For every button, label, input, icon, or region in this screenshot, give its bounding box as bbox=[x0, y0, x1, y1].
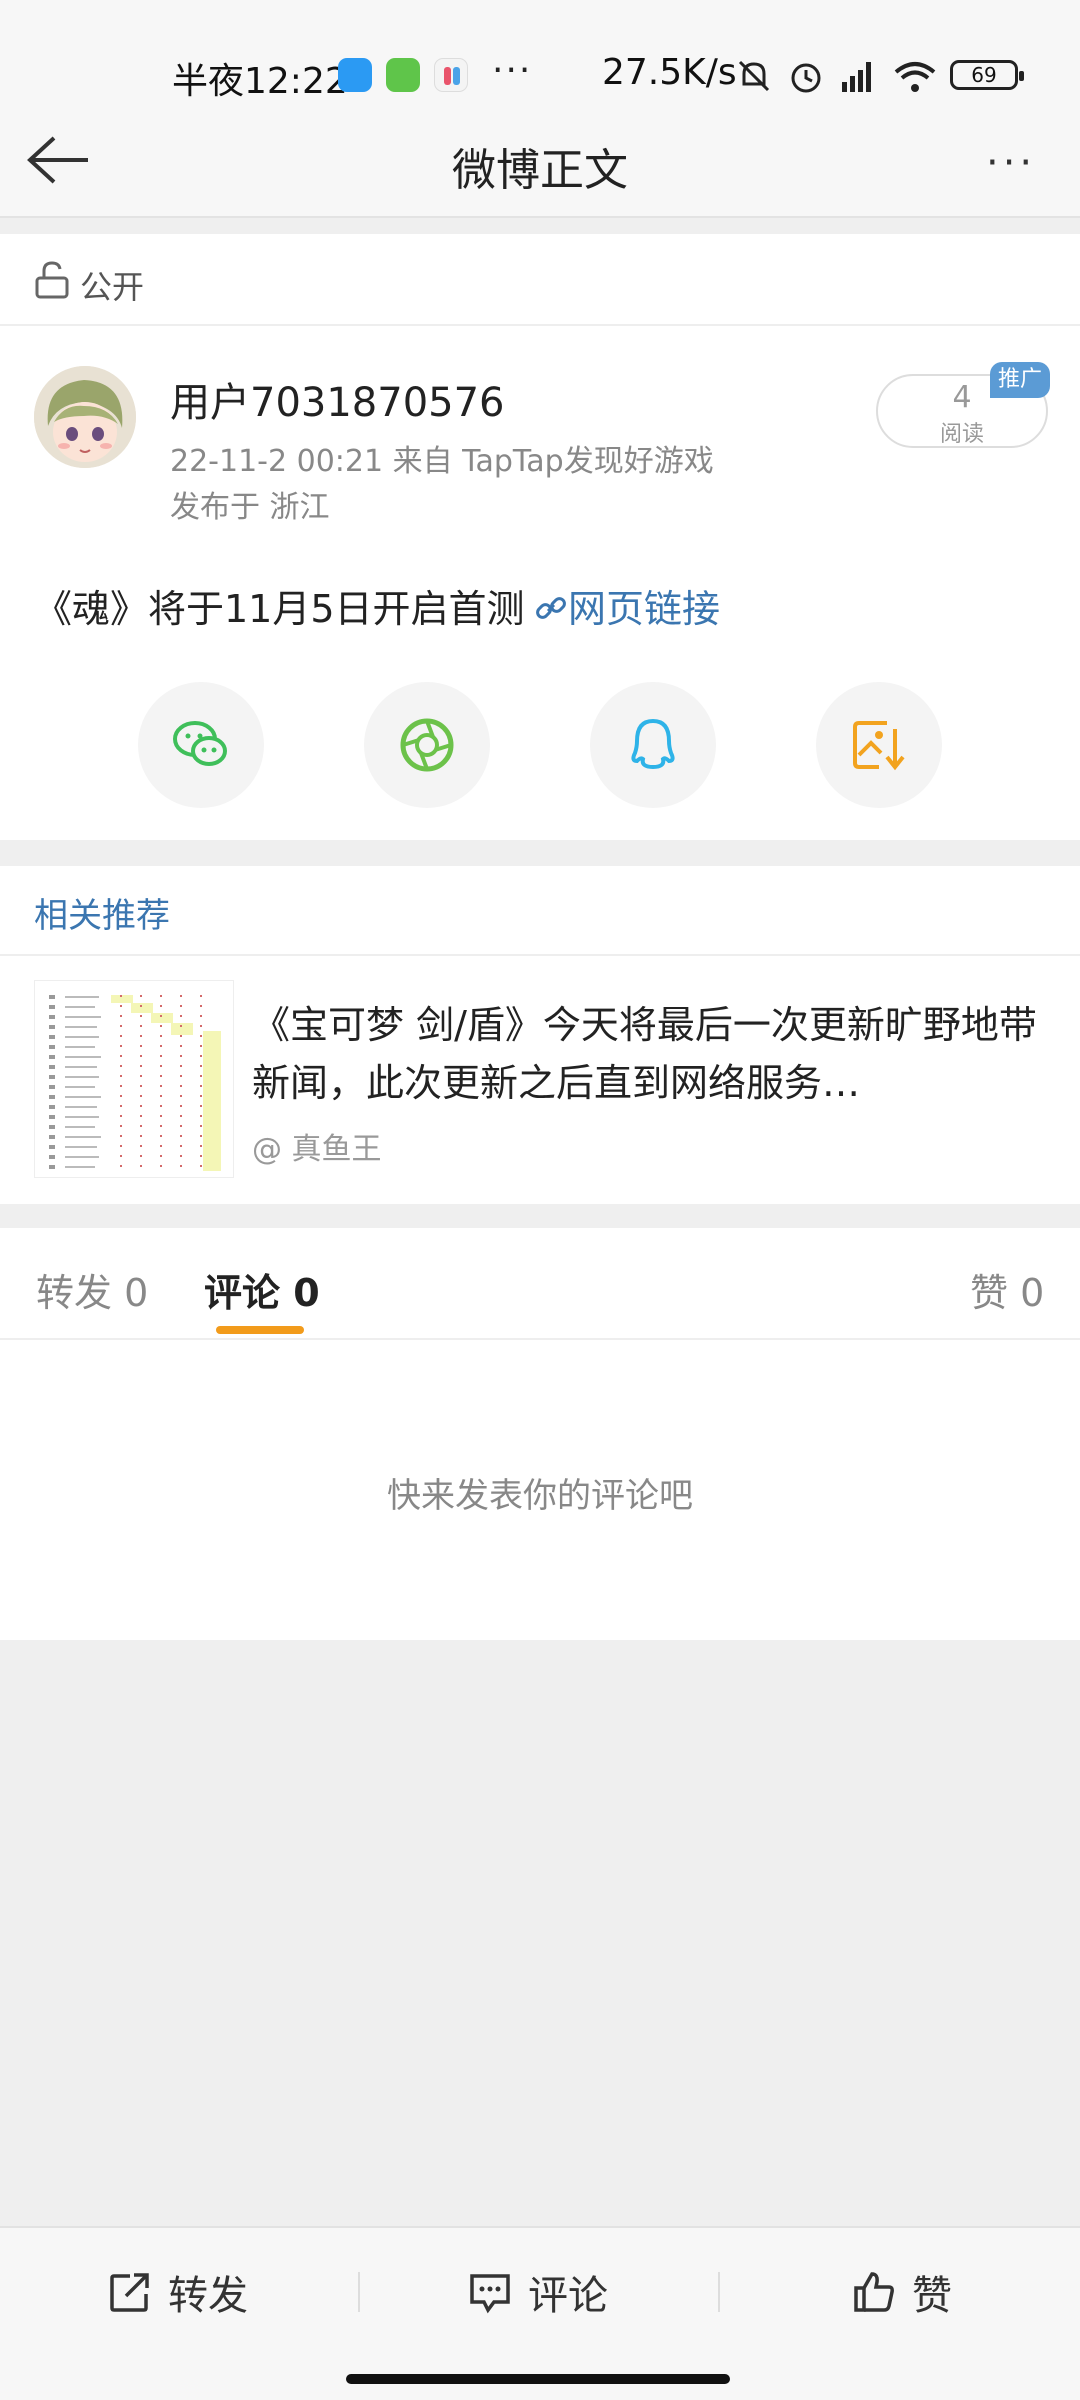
related-item-author[interactable]: @ 真鱼王 bbox=[252, 1124, 382, 1168]
alarm-icon bbox=[791, 63, 821, 93]
section-gap bbox=[0, 840, 1080, 866]
save-image-button[interactable] bbox=[816, 682, 942, 808]
tabs-bar bbox=[0, 1228, 1080, 1340]
like-button[interactable]: 赞 bbox=[852, 2262, 952, 2322]
post-meta: 22-11-2 00:21 来自 TapTap发现好游戏 bbox=[170, 444, 714, 479]
share-qq-button[interactable] bbox=[590, 682, 716, 808]
like-label: 赞 bbox=[912, 2273, 952, 2319]
home-indicator[interactable] bbox=[346, 2374, 730, 2384]
visibility-label: 公开 bbox=[80, 268, 145, 306]
comment-icon bbox=[470, 2274, 510, 2314]
separator-2 bbox=[718, 2272, 720, 2312]
web-link-label: 网页链接 bbox=[568, 587, 721, 631]
active-tab-indicator bbox=[216, 1326, 304, 1334]
thumbs-up-icon bbox=[854, 2272, 894, 2312]
status-time: 半夜12:22 bbox=[172, 61, 348, 102]
separator bbox=[358, 2272, 360, 2312]
related-title: 相关推荐 bbox=[34, 896, 170, 936]
repost-label: 转发 bbox=[168, 2273, 248, 2319]
tab-repost[interactable]: 转发 0 bbox=[36, 1262, 148, 1317]
moments-icon bbox=[400, 718, 454, 772]
app-notification-icon-2 bbox=[434, 58, 468, 92]
tab-comment[interactable]: 评论 0 bbox=[204, 1262, 320, 1317]
page-title: 微博正文 bbox=[452, 145, 628, 196]
comment-label: 评论 bbox=[528, 2273, 608, 2319]
share-out-icon bbox=[110, 2273, 149, 2312]
repost-button[interactable]: 转发 bbox=[108, 2262, 248, 2322]
section-gap-2 bbox=[0, 1204, 1080, 1228]
status-more-icon: ··· bbox=[492, 50, 533, 91]
mute-icon bbox=[738, 60, 770, 92]
comment-button[interactable]: 评论 bbox=[468, 2262, 608, 2322]
related-item-text[interactable]: 《宝可梦 剑/盾》今天将最后一次更新旷野地带新闻，此次更新之后直到网络服务… bbox=[252, 996, 1052, 1112]
battery-icon: 69 bbox=[950, 60, 1024, 90]
save-image-icon bbox=[853, 721, 905, 771]
related-thumbnail[interactable] bbox=[34, 980, 234, 1178]
more-options-icon[interactable]: ··· bbox=[986, 140, 1036, 186]
post-location: 发布于 浙江 bbox=[170, 490, 330, 525]
promote-badge[interactable]: 推广 bbox=[990, 362, 1050, 398]
download-notification-icon bbox=[386, 58, 420, 92]
read-label: 阅读 bbox=[939, 422, 984, 447]
post-text: 《魂》将于11月5日开启首测 bbox=[34, 587, 525, 631]
username[interactable]: 用户7031870576 bbox=[170, 370, 505, 428]
signal-icon bbox=[842, 62, 871, 92]
visibility-row bbox=[0, 234, 1080, 326]
empty-comments-text: 快来发表你的评论吧 bbox=[387, 1476, 693, 1516]
web-link[interactable]: 网页链接 bbox=[534, 578, 720, 633]
avatar[interactable] bbox=[34, 366, 136, 468]
wifi-icon bbox=[894, 62, 936, 92]
qq-icon bbox=[631, 718, 675, 770]
unlock-icon bbox=[35, 261, 69, 299]
tab-like[interactable]: 赞 0 bbox=[970, 1262, 1044, 1317]
network-speed: 27.5K/s bbox=[602, 52, 737, 93]
wechat-icon bbox=[173, 721, 227, 766]
share-moments-button[interactable] bbox=[364, 682, 490, 808]
app-notification-icon bbox=[338, 58, 372, 92]
share-wechat-button[interactable] bbox=[138, 682, 264, 808]
link-icon bbox=[536, 597, 566, 619]
